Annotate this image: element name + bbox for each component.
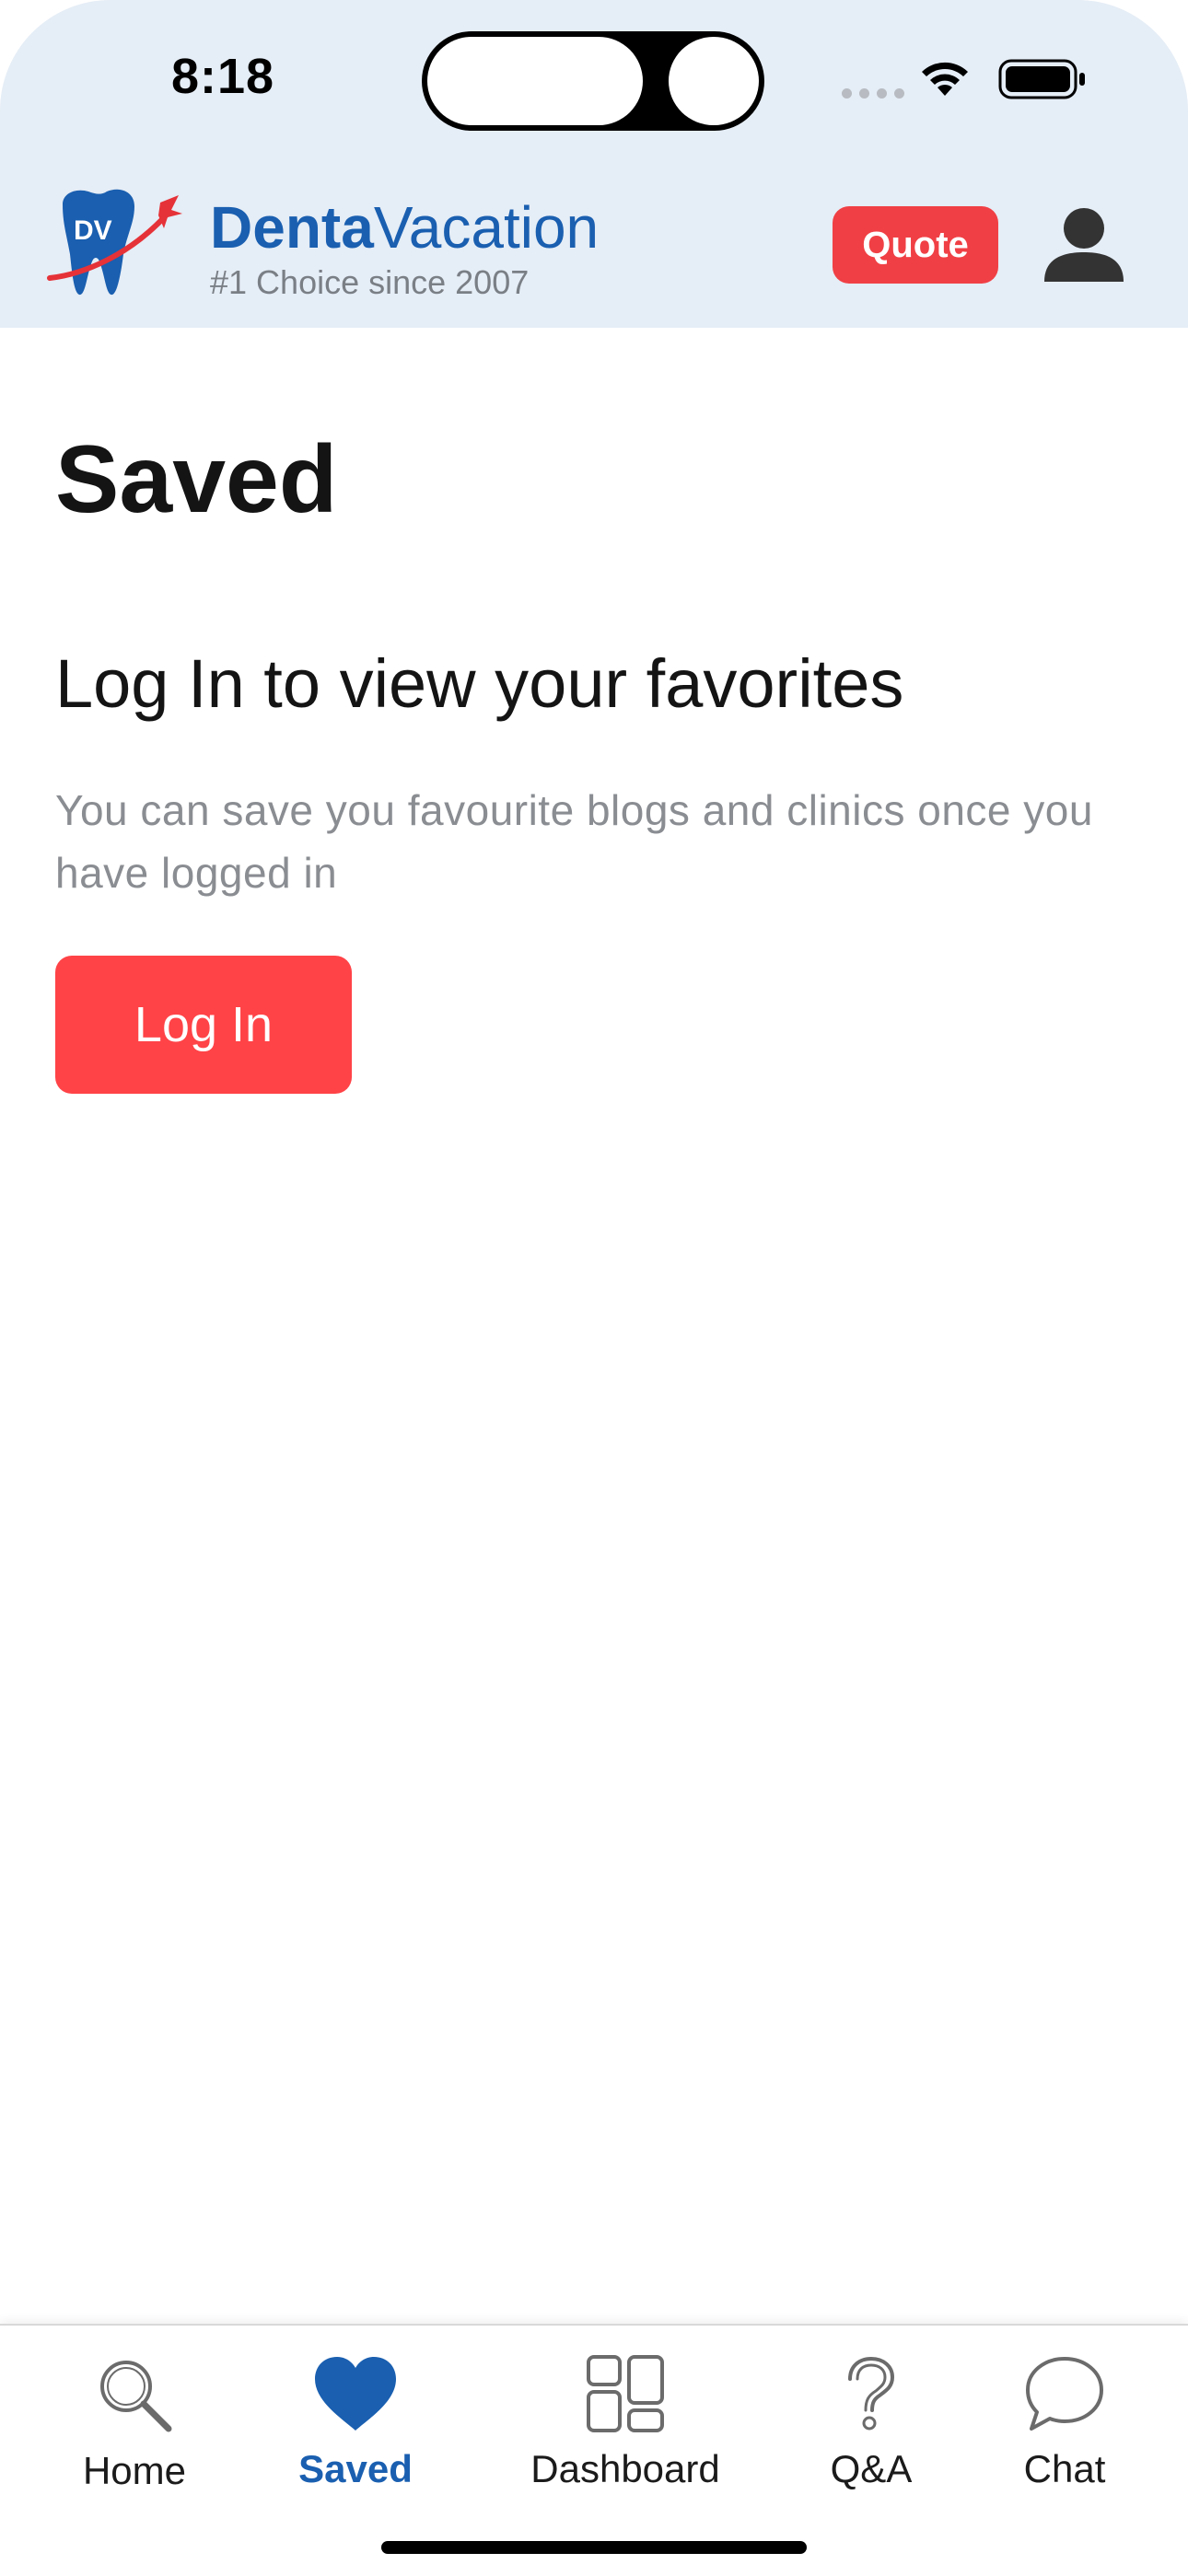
- bottom-tab-bar: Home Saved Dashboard Q&A Chat: [0, 2324, 1188, 2576]
- login-prompt-heading: Log In to view your favorites: [55, 645, 904, 722]
- dynamic-island: [422, 31, 764, 131]
- tab-chat-label: Chat: [1023, 2447, 1106, 2490]
- question-icon: [848, 2356, 895, 2431]
- tab-saved[interactable]: Saved: [291, 2326, 420, 2510]
- quote-button[interactable]: Quote: [833, 206, 998, 284]
- chat-bubble-icon: [1026, 2357, 1103, 2431]
- heart-icon: [315, 2357, 396, 2431]
- brand-tagline: #1 Choice since 2007: [210, 263, 530, 301]
- profile-icon[interactable]: [1042, 204, 1125, 284]
- page-title: Saved: [55, 426, 338, 533]
- tab-qa[interactable]: Q&A: [816, 2326, 926, 2510]
- search-icon: [100, 2361, 172, 2432]
- wifi-icon: [922, 62, 968, 96]
- tab-qa-label: Q&A: [830, 2447, 913, 2490]
- tab-dashboard-label: Dashboard: [530, 2447, 720, 2490]
- login-button[interactable]: Log In: [55, 956, 352, 1094]
- dashboard-icon: [587, 2355, 664, 2432]
- brand-name-part2: Vacation: [373, 194, 600, 261]
- tab-dashboard[interactable]: Dashboard: [521, 2326, 729, 2510]
- brand-name: DentaVacation: [210, 193, 599, 261]
- brand-name-part1: Denta: [210, 194, 374, 261]
- cellular-signal-icon: [842, 88, 904, 99]
- home-indicator[interactable]: [381, 2541, 807, 2554]
- battery-icon: [998, 59, 1085, 99]
- status-time: 8:18: [171, 49, 275, 104]
- tab-home-label: Home: [82, 2449, 187, 2492]
- tab-home[interactable]: Home: [70, 2326, 199, 2510]
- logo-text: DV: [74, 215, 112, 246]
- tab-saved-label: Saved: [298, 2447, 413, 2490]
- tab-chat[interactable]: Chat: [1009, 2326, 1120, 2510]
- dentavacation-logo: DV: [47, 189, 182, 296]
- login-prompt-description: You can save you favourite blogs and cli…: [55, 786, 1093, 897]
